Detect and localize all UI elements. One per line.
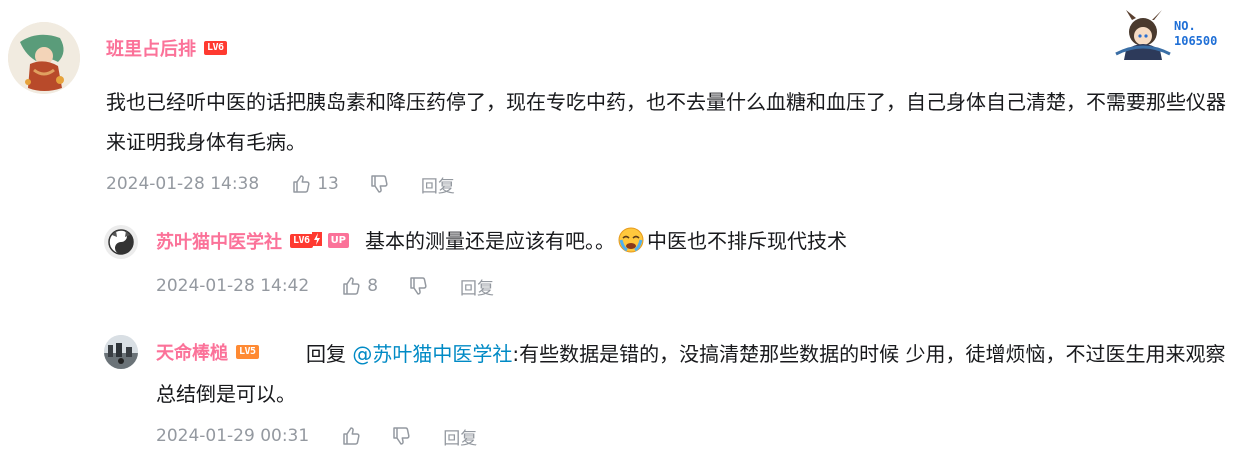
fan-badge: NO. 106500 (1112, 10, 1237, 60)
reply-button[interactable]: 回复 (421, 172, 455, 197)
dislike-icon[interactable] (408, 276, 428, 296)
crying-face-emoji (617, 226, 645, 254)
like-count: 13 (317, 174, 339, 194)
reply-avatar[interactable] (104, 225, 138, 259)
mention-link[interactable]: @苏叶猫中医学社 (352, 342, 512, 366)
level-badge: LV6 (204, 41, 227, 55)
reply-button[interactable]: 回复 (460, 274, 494, 299)
character-badge-icon (1115, 10, 1171, 60)
like-icon[interactable] (341, 426, 361, 446)
reply-content-tail: 中医也不排斥现代技术 (647, 229, 848, 253)
reply-content: 基本的测量还是应该有吧。。 (365, 229, 616, 253)
reply-avatar[interactable] (104, 335, 138, 369)
reply-timestamp: 2024-01-28 14:42 (156, 276, 310, 296)
badge-number: 106500 (1174, 34, 1218, 48)
level-badge: LV6 (290, 233, 313, 248)
badge-label: NO. (1174, 19, 1196, 33)
like-count: 8 (367, 276, 379, 296)
dislike-icon[interactable] (391, 426, 411, 446)
lightning-icon (311, 231, 322, 250)
like-icon[interactable] (341, 276, 361, 296)
dislike-icon[interactable] (369, 174, 389, 194)
comment-timestamp: 2024-01-28 14:38 (106, 174, 260, 194)
reply-username[interactable]: 苏叶猫中医学社 (156, 228, 282, 254)
reply-prefix: 回复 (306, 342, 346, 366)
username[interactable]: 班里占后排 (106, 35, 196, 61)
reply-button[interactable]: 回复 (443, 424, 477, 449)
user-avatar[interactable] (8, 22, 80, 94)
like-icon[interactable] (291, 174, 311, 194)
comment-content: 我也已经听中医的话把胰岛素和降压药停了，现在专吃中药，也不去量什么血糖和血压了，… (106, 90, 1226, 154)
reply-timestamp: 2024-01-29 00:31 (156, 426, 310, 446)
up-badge: UP (327, 233, 350, 248)
